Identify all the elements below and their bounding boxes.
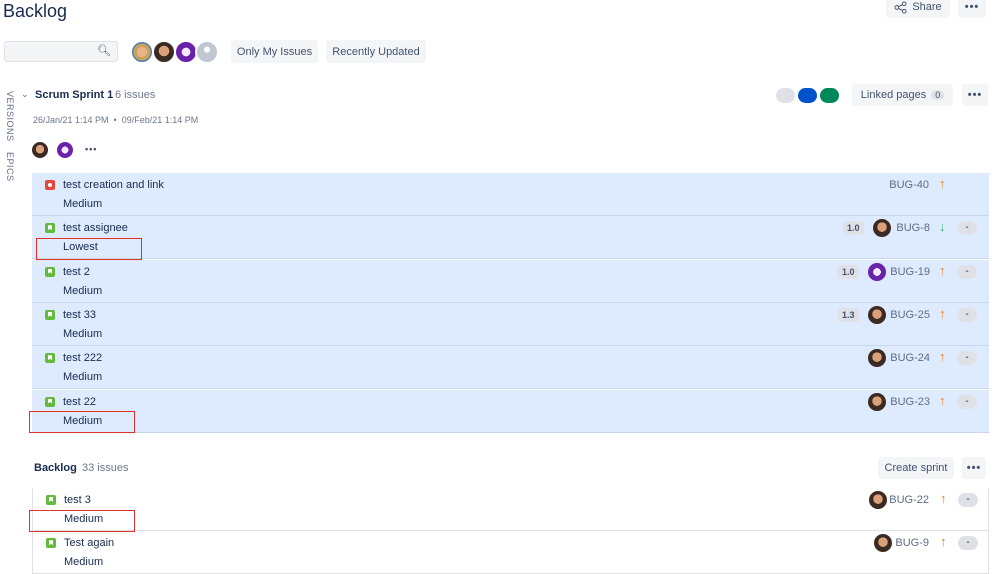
linked-pages-button[interactable]: Linked pages 0 xyxy=(852,84,953,106)
epics-tab[interactable]: EPICS xyxy=(5,152,15,182)
backlog-issue-count: 33 issues xyxy=(82,462,129,474)
backlog-name: Backlog xyxy=(34,462,77,474)
assignee-avatar[interactable] xyxy=(869,491,887,509)
sprint-avatars-more[interactable]: ••• xyxy=(85,144,97,154)
estimate-badge: 1.0 xyxy=(843,221,864,236)
issue-key[interactable]: BUG-19 xyxy=(890,266,930,278)
issue-row[interactable]: test 33 Medium BUG-25 ↑ 1.3 - xyxy=(32,302,989,346)
issue-row[interactable]: test assignee Lowest BUG-8 ↓ 1.0- xyxy=(32,216,989,260)
issue-key[interactable]: BUG-25 xyxy=(890,309,930,321)
status-dropdown[interactable]: - xyxy=(957,307,977,322)
status-dropdown[interactable]: - xyxy=(957,394,977,409)
priority-up-arrow-icon: ↑ xyxy=(939,392,946,408)
bug-icon xyxy=(45,180,55,190)
issue-key[interactable]: BUG-9 xyxy=(895,537,929,549)
share-label: Share xyxy=(912,1,942,13)
assignee-avatar[interactable] xyxy=(868,392,886,411)
story-icon xyxy=(45,309,55,320)
issue-row[interactable]: Test again Medium BUG-9 ↑ - xyxy=(32,531,989,574)
status-ellipse xyxy=(798,88,817,103)
assignee-avatar[interactable] xyxy=(873,219,891,238)
assignee-avatar[interactable] xyxy=(868,305,886,324)
issue-key[interactable]: BUG-8 xyxy=(896,222,930,234)
highlight-box xyxy=(29,510,135,532)
share-icon xyxy=(894,0,907,14)
search-icon: 🔍︎ xyxy=(97,45,111,57)
issue-priority: Medium xyxy=(63,371,103,384)
collapse-chevron-icon[interactable]: ⌄ xyxy=(21,89,29,100)
recently-updated-button[interactable]: Recently Updated xyxy=(326,40,426,63)
priority-up-arrow-icon: ↑ xyxy=(940,491,947,506)
status-ellipse xyxy=(776,88,795,103)
issue-title[interactable]: test 222 xyxy=(63,352,102,364)
status-ellipse xyxy=(820,88,839,103)
avatar[interactable] xyxy=(30,140,50,160)
issue-key[interactable]: BUG-40 xyxy=(889,179,929,191)
header-more-button[interactable]: ••• xyxy=(958,0,986,18)
only-my-issues-button[interactable]: Only My Issues xyxy=(231,40,318,63)
issue-row[interactable]: test 222 Medium BUG-24 ↑ - xyxy=(32,346,989,390)
linked-pages-label: Linked pages xyxy=(860,89,927,101)
status-dropdown[interactable]: - xyxy=(957,264,977,279)
highlight-box xyxy=(29,411,135,433)
status-dropdown[interactable]: - xyxy=(957,351,977,366)
backlog-more-button[interactable]: ••• xyxy=(962,457,986,479)
story-icon xyxy=(46,495,56,505)
avatar-unassigned[interactable] xyxy=(195,40,219,64)
versions-tab[interactable]: VERSIONS xyxy=(5,91,15,142)
priority-up-arrow-icon: ↑ xyxy=(939,176,946,191)
issue-row[interactable]: test 3 Medium BUG-22 ↑ - xyxy=(32,488,989,531)
story-icon xyxy=(45,396,55,407)
status-dropdown[interactable]: - xyxy=(957,221,977,236)
search-input[interactable]: 🔍︎ xyxy=(4,41,118,62)
issue-key[interactable]: BUG-24 xyxy=(890,352,930,364)
sprint-issue-count: 6 issues xyxy=(115,89,156,101)
issue-title[interactable]: test 2 xyxy=(63,266,90,278)
story-icon xyxy=(45,266,55,277)
sprint-more-button[interactable]: ••• xyxy=(962,84,988,106)
issue-title[interactable]: test 22 xyxy=(63,396,96,408)
issue-title[interactable]: test creation and link xyxy=(63,179,164,191)
issue-title[interactable]: test 3 xyxy=(64,494,91,506)
avatar[interactable] xyxy=(130,40,154,64)
issue-priority: Medium xyxy=(63,327,103,340)
linked-pages-count: 0 xyxy=(931,90,945,100)
sprint-dates: 26/Jan/21 1:14 PM • 09/Feb/21 1:14 PM xyxy=(33,115,199,125)
issue-title[interactable]: test assignee xyxy=(63,222,128,234)
highlight-box xyxy=(36,238,142,260)
priority-up-arrow-icon: ↑ xyxy=(939,349,946,365)
story-icon xyxy=(46,538,56,549)
priority-up-arrow-icon: ↑ xyxy=(939,262,946,278)
issue-priority: Medium xyxy=(64,556,104,569)
estimate-badge: 1.3 xyxy=(838,307,859,322)
story-icon xyxy=(45,223,55,234)
status-dropdown[interactable]: - xyxy=(958,536,978,551)
issue-priority: Medium xyxy=(63,284,103,297)
share-button[interactable]: Share xyxy=(886,0,950,18)
issue-priority: Medium xyxy=(63,198,103,210)
issue-row[interactable]: test creation and link Medium BUG-40 ↑ xyxy=(32,173,989,216)
issue-row[interactable]: test 22 Medium BUG-23 ↑ - xyxy=(32,389,989,433)
issue-row[interactable]: test 2 Medium BUG-19 ↑ 1.0 - xyxy=(32,259,989,303)
page-title: Backlog xyxy=(3,1,68,21)
priority-up-arrow-icon: ↑ xyxy=(939,305,946,321)
status-dropdown[interactable]: - xyxy=(958,493,978,507)
issue-title[interactable]: Test again xyxy=(64,537,114,549)
create-sprint-button[interactable]: Create sprint xyxy=(878,457,954,479)
issue-key[interactable]: BUG-22 xyxy=(889,494,929,506)
assignee-avatar[interactable] xyxy=(868,349,886,368)
avatar[interactable] xyxy=(55,140,75,160)
issue-key[interactable]: BUG-23 xyxy=(890,396,930,408)
avatar[interactable] xyxy=(152,40,176,64)
sprint-name: Scrum Sprint 1 xyxy=(35,89,114,101)
priority-down-arrow-icon: ↓ xyxy=(939,219,946,235)
assignee-avatar[interactable] xyxy=(874,534,892,553)
issue-title[interactable]: test 33 xyxy=(63,309,96,321)
priority-up-arrow-icon: ↑ xyxy=(940,534,947,550)
estimate-badge: 1.0 xyxy=(838,264,859,279)
assignee-avatar[interactable] xyxy=(868,262,886,281)
story-icon xyxy=(45,353,55,364)
